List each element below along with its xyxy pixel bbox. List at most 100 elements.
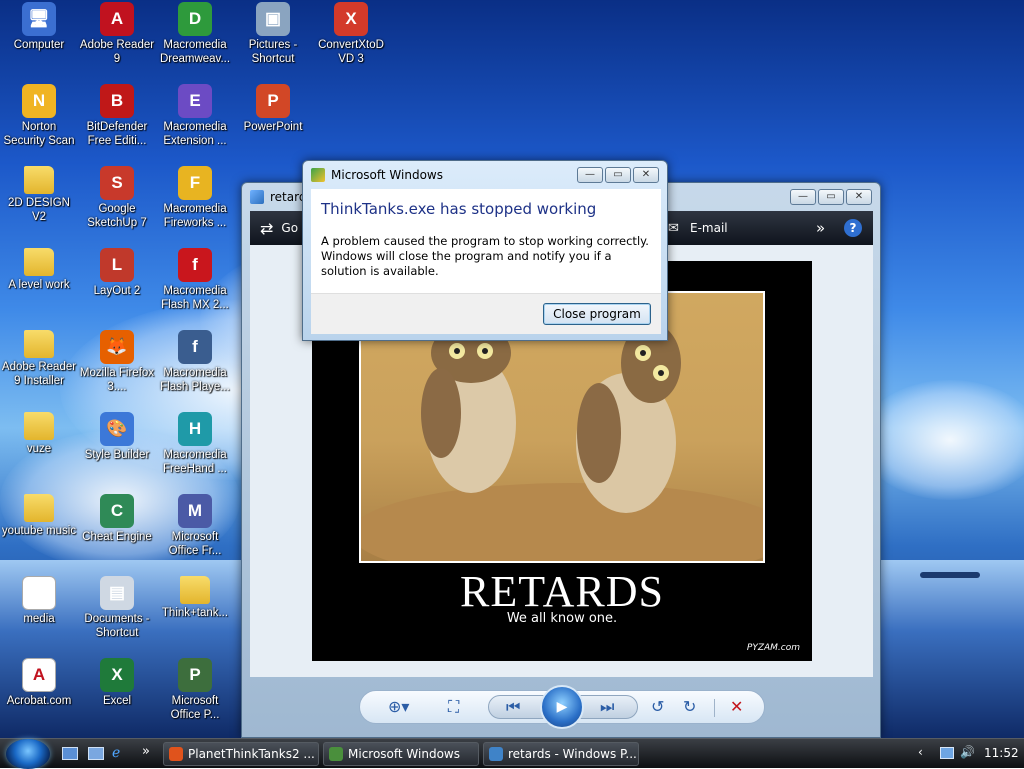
tray-expand-button[interactable]: ‹ <box>918 745 923 759</box>
desktop-icon[interactable]: Adobe Reader 9 Installer <box>0 330 78 410</box>
viewer-nav-bar: ⊕▾ ⛶ ⏮ ▶ ⏭ ↺ ↻ ✕ <box>359 685 765 729</box>
task-icon <box>329 747 343 761</box>
desktop-icon[interactable]: ▤ Documents - Shortcut <box>78 576 156 656</box>
network-icon[interactable] <box>940 747 954 759</box>
delete-icon[interactable]: ✕ <box>730 699 743 715</box>
show-desktop-icon[interactable] <box>62 747 78 760</box>
taskbar: ℯ » PlanetThinkTanks2 ... Microsoft Windo… <box>0 738 1024 769</box>
internet-explorer-icon[interactable]: ℯ <box>112 745 120 761</box>
rotate-counterclockwise-icon[interactable]: ↺ <box>651 699 664 715</box>
desktop-icon[interactable]: P PowerPoint <box>234 84 312 164</box>
desktop-icon[interactable]: 🖥 Computer <box>0 2 78 82</box>
desktop-icon[interactable]: L LayOut 2 <box>78 248 156 328</box>
volume-icon[interactable]: 🔊 <box>960 745 975 759</box>
desktop-icon[interactable]: A level work <box>0 248 78 328</box>
desktop-icon[interactable]: C Cheat Engine <box>78 494 156 574</box>
taskbar-button[interactable]: retards - Windows P... <box>483 742 639 766</box>
desktop-icon-image: A <box>100 2 134 36</box>
desktop-icon-image: N <box>22 84 56 118</box>
task-icon <box>169 747 183 761</box>
desktop-icon[interactable]: P Microsoft Office P... <box>156 658 234 738</box>
previous-icon[interactable]: ⏮ <box>506 699 520 715</box>
desktop-icon-image <box>24 248 54 276</box>
clock[interactable]: 11:52 <box>984 746 1019 760</box>
system-tray: ‹ 🔊 11:52 <box>914 739 1024 769</box>
desktop-icon-label: Macromedia Flash Playe... <box>160 367 230 393</box>
desktop-icon-image: B <box>100 84 134 118</box>
help-button[interactable]: ? <box>844 219 862 237</box>
desktop-icon[interactable]: Think+tank... <box>156 576 234 656</box>
dialog-heading: ThinkTanks.exe has stopped working <box>321 200 597 218</box>
desktop-icon-image: 🖥 <box>22 2 56 36</box>
gallery-icon[interactable]: ⇄ <box>260 219 273 238</box>
desktop-icon[interactable]: A Adobe Reader 9 <box>78 2 156 82</box>
desktop-icon-label: Macromedia FreeHand ... <box>163 449 227 475</box>
rotate-clockwise-icon[interactable]: ↻ <box>683 699 696 715</box>
island <box>920 572 980 578</box>
desktop-icon-image: A <box>22 658 56 692</box>
dialog-maximize-button[interactable]: ▭ <box>605 167 631 183</box>
task-label: Microsoft Windows <box>348 747 460 761</box>
poster-headline: RETARDS <box>460 567 664 616</box>
close-button[interactable]: ✕ <box>846 189 872 205</box>
next-icon[interactable]: ⏭ <box>600 699 614 715</box>
desktop-icon[interactable]: vuze <box>0 412 78 492</box>
desktop-icon-image: D <box>178 2 212 36</box>
desktop-icon[interactable]: N Norton Security Scan <box>0 84 78 164</box>
taskbar-button[interactable]: Microsoft Windows <box>323 742 479 766</box>
desktop-icon-image: ▣ <box>256 2 290 36</box>
dialog-minimize-button[interactable]: — <box>577 167 603 183</box>
desktop-icon[interactable]: media <box>0 576 78 656</box>
desktop-icon[interactable]: f Macromedia Flash MX 2... <box>156 248 234 328</box>
slideshow-button[interactable]: ▶ <box>540 685 584 729</box>
desktop-icon[interactable]: 🦊 Mozilla Firefox 3.... <box>78 330 156 410</box>
desktop-icon-label: LayOut 2 <box>93 285 141 297</box>
maximize-button[interactable]: ▭ <box>818 189 844 205</box>
desktop-icon[interactable]: D Macromedia Dreamweav... <box>156 2 234 82</box>
desktop-icon-image: H <box>178 412 212 446</box>
start-button[interactable] <box>6 739 50 769</box>
desktop-icon-label: Microsoft Office Fr... <box>168 531 222 557</box>
desktop-icon[interactable]: X Excel <box>78 658 156 738</box>
email-icon[interactable]: ✉ <box>668 221 679 236</box>
dialog-close-button[interactable]: ✕ <box>633 167 659 183</box>
desktop-icon[interactable]: M Microsoft Office Fr... <box>156 494 234 574</box>
desktop-icon-label: Macromedia Extension ... <box>163 121 227 147</box>
email-button[interactable]: E-mail <box>690 221 728 235</box>
desktop-icon-label: Cheat Engine <box>82 531 152 543</box>
desktop-icon[interactable]: youtube music <box>0 494 78 574</box>
close-program-button[interactable]: Close program <box>543 303 651 325</box>
error-dialog[interactable]: Microsoft Windows — ▭ ✕ ThinkTanks.exe h… <box>302 160 668 341</box>
desktop-icon[interactable]: E Macromedia Extension ... <box>156 84 234 164</box>
desktop-icon[interactable]: f Macromedia Flash Playe... <box>156 330 234 410</box>
desktop-icon-label: media <box>23 613 55 625</box>
actual-size-icon[interactable]: ⛶ <box>448 699 459 715</box>
quicklaunch-more-button[interactable]: » <box>142 744 150 759</box>
switch-windows-icon[interactable] <box>88 747 104 760</box>
desktop-icon-label: Acrobat.com <box>6 695 72 707</box>
desktop-icon[interactable]: A Acrobat.com <box>0 658 78 738</box>
toolbar-more-button[interactable]: » <box>816 219 825 237</box>
desktop-icon[interactable]: H Macromedia FreeHand ... <box>156 412 234 492</box>
desktop-icon-image: f <box>178 330 212 364</box>
taskbar-button[interactable]: PlanetThinkTanks2 ... <box>163 742 319 766</box>
desktop-icon-label: Think+tank... <box>161 607 229 619</box>
desktop-icon-label: ConvertXtoD VD 3 <box>318 39 384 65</box>
desktop-icon-image: C <box>100 494 134 528</box>
desktop-icon[interactable]: X ConvertXtoD VD 3 <box>312 2 390 82</box>
desktop-icon-image: P <box>256 84 290 118</box>
desktop-icon-label: Google SketchUp 7 <box>87 203 147 229</box>
desktop-icon[interactable]: 2D DESIGN V2 <box>0 166 78 246</box>
minimize-button[interactable]: — <box>790 189 816 205</box>
desktop-icon[interactable]: F Macromedia Fireworks ... <box>156 166 234 246</box>
photo-gallery-icon <box>250 190 264 204</box>
desktop-icon-label: Documents - Shortcut <box>84 613 150 639</box>
dialog-message: A problem caused the program to stop wor… <box>321 234 649 278</box>
zoom-icon[interactable]: ⊕▾ <box>388 699 409 715</box>
desktop-icon[interactable]: ▣ Pictures - Shortcut <box>234 2 312 82</box>
desktop-icon[interactable]: S Google SketchUp 7 <box>78 166 156 246</box>
desktop-icon[interactable]: 🎨 Style Builder <box>78 412 156 492</box>
task-label: PlanetThinkTanks2 ... <box>188 747 315 761</box>
desktop-icon[interactable]: B BitDefender Free Editi... <box>78 84 156 164</box>
go-to-gallery-button[interactable]: Go <box>281 221 298 235</box>
